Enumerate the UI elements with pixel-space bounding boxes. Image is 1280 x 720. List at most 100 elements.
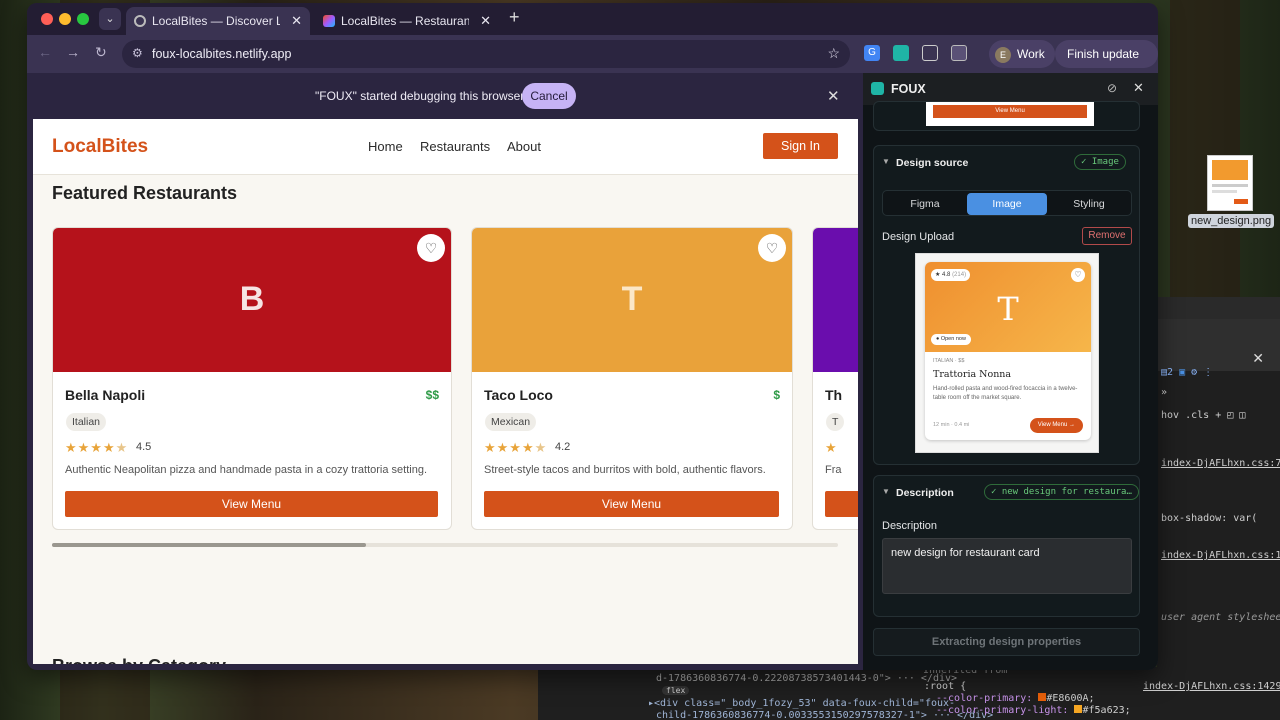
- foux-extension-icon[interactable]: [893, 45, 909, 61]
- figma-icon: [323, 15, 335, 27]
- card-price: $$: [425, 388, 439, 402]
- page-viewport: LocalBites Home Restaurants About Sign I…: [33, 119, 858, 664]
- collapse-caret-icon[interactable]: ▼: [882, 157, 890, 166]
- foux-side-panel: FOUX ⊘ ✕ View Menu ▼ Design source ✓ Ima…: [863, 73, 1158, 670]
- foux-logo-icon: [871, 82, 884, 95]
- tab-bar: ⌄ LocalBites — Discover Local R ✕ LocalB…: [27, 3, 1158, 35]
- carousel-scrollbar[interactable]: [52, 543, 838, 547]
- design-letter: T: [997, 290, 1019, 328]
- maximize-window-button[interactable]: [77, 13, 89, 25]
- view-menu-button[interactable]: View Menu: [484, 491, 779, 517]
- tab-search-button[interactable]: ⌄: [99, 8, 121, 30]
- flex-badge[interactable]: flex: [662, 686, 690, 695]
- design-source-header[interactable]: ▼ Design source ✓ Image: [874, 146, 1139, 178]
- desktop-file-name: new_design.png: [1188, 214, 1275, 228]
- desktop-file-new-design[interactable]: new_design.png: [1188, 155, 1275, 229]
- tab-title: LocalBites — Discover Local R: [152, 14, 280, 28]
- extensions-puzzle-icon[interactable]: [922, 45, 938, 61]
- description-textarea[interactable]: new design for restaurant card: [882, 538, 1132, 594]
- root-rule: :root {: [924, 681, 967, 692]
- collapse-caret-icon[interactable]: ▼: [882, 487, 890, 496]
- minimize-window-button[interactable]: [59, 13, 71, 25]
- cuisine-badge: T: [826, 413, 845, 431]
- design-upload-label: Design Upload: [882, 231, 955, 243]
- nav-about[interactable]: About: [507, 139, 541, 154]
- featured-title: Featured Restaurants: [52, 183, 238, 203]
- translate-extension-icon[interactable]: G: [864, 45, 880, 61]
- profile-name: Work: [1017, 47, 1045, 61]
- extract-design-button[interactable]: Extracting design properties: [873, 628, 1140, 656]
- site-info-icon[interactable]: ⚙: [132, 46, 143, 60]
- reload-icon[interactable]: ↻: [95, 44, 107, 61]
- favorite-heart-icon[interactable]: ♡: [417, 234, 445, 262]
- file-thumbnail: [1207, 155, 1253, 211]
- tab-title: LocalBites — RestaurantCard: [341, 14, 469, 28]
- dom-line[interactable]: d-1786360836774-0.22208738573401443-0"> …: [656, 673, 957, 684]
- description-label: Description: [882, 520, 938, 532]
- description-header[interactable]: ▼ Description ✓ new design for restaura…: [874, 476, 1139, 508]
- side-panel-icon[interactable]: [951, 45, 967, 61]
- remove-button[interactable]: Remove: [1082, 227, 1132, 245]
- section-title: Description: [896, 487, 954, 499]
- devtools-file-link[interactable]: index-DjAFLhxn.css:1463: [1161, 550, 1280, 561]
- close-window-button[interactable]: [41, 13, 53, 25]
- option-styling[interactable]: Styling: [1049, 193, 1129, 215]
- site-header: LocalBites Home Restaurants About Sign I…: [33, 119, 858, 175]
- card-name: Taco Loco: [484, 387, 553, 403]
- design-category: ITALIAN · $$: [933, 358, 965, 364]
- devtools-close-icon[interactable]: ✕: [1252, 351, 1264, 367]
- devtools-file-link[interactable]: index-DjAFLhxn.css:1429: [1143, 681, 1280, 692]
- devtools-chevrons[interactable]: »: [1161, 387, 1167, 398]
- unpin-icon[interactable]: ⊘: [1107, 81, 1117, 95]
- profile-button[interactable]: E Work: [989, 40, 1055, 68]
- close-tab-icon[interactable]: ✕: [291, 7, 302, 35]
- rating-value: 4.2: [555, 441, 571, 453]
- restaurant-card[interactable]: Th T ★ Fra: [812, 227, 858, 530]
- design-name: Trattoria Nonna: [933, 369, 1012, 380]
- restaurant-card[interactable]: T ♡ Taco Loco $ Mexican ★★★★★ 4.2 Street…: [471, 227, 793, 530]
- tab-localbites-discover[interactable]: LocalBites — Discover Local R ✕: [126, 7, 310, 35]
- new-tab-icon[interactable]: +: [509, 7, 520, 28]
- restaurant-card[interactable]: B ♡ Bella Napoli $$ Italian ★★★★★ 4.5 Au…: [52, 227, 452, 530]
- card-name: Bella Napoli: [65, 387, 146, 403]
- preview-thumbnail: View Menu: [926, 102, 1094, 126]
- devtools-filter: hov .cls + ◰ ◫: [1161, 410, 1246, 421]
- design-card-preview: ★ 4.8 (214) ♡ T ● Open now ITALIAN · $$ …: [925, 262, 1091, 440]
- close-tab-icon[interactable]: ✕: [480, 7, 491, 35]
- dom-line[interactable]: ▸<div class="_body_1fozy_53" data-foux-c…: [648, 698, 955, 709]
- address-bar[interactable]: ⚙ foux-localbites.netlify.app ☆: [122, 40, 850, 68]
- section-title: Design source: [896, 157, 969, 169]
- finish-update-button[interactable]: Finish update ⋮: [1055, 40, 1158, 89]
- close-panel-icon[interactable]: ✕: [1133, 80, 1144, 96]
- option-image[interactable]: Image: [967, 193, 1047, 215]
- cuisine-badge: Italian: [66, 413, 107, 431]
- nav-home[interactable]: Home: [368, 139, 403, 154]
- devtools-badge: ▤2 ▣ ⚙ ⋮: [1161, 367, 1214, 378]
- card-hero: [813, 228, 858, 372]
- cancel-debugging-button[interactable]: Cancel: [522, 83, 576, 109]
- card-price: $: [773, 388, 780, 402]
- description-section: ▼ Description ✓ new design for restaura……: [873, 475, 1140, 617]
- bookmark-star-icon[interactable]: ☆: [827, 45, 840, 62]
- nav-restaurants[interactable]: Restaurants: [420, 139, 490, 154]
- url-text: foux-localbites.netlify.app: [152, 47, 292, 61]
- favorite-heart-icon[interactable]: ♡: [758, 234, 786, 262]
- design-meta: 12 min · 0.4 mi: [933, 422, 970, 428]
- devtools-file-link[interactable]: index-DjAFLhxn.css:768: [1161, 458, 1280, 469]
- avatar: E: [995, 46, 1011, 63]
- view-menu-button[interactable]: View Menu: [65, 491, 438, 517]
- card-hero: B: [53, 228, 451, 372]
- sign-in-button[interactable]: Sign In: [763, 133, 838, 159]
- site-logo[interactable]: LocalBites: [52, 136, 148, 158]
- close-infobar-icon[interactable]: ✕: [827, 87, 840, 105]
- devtools-ua-label: user agent stylesheet: [1161, 612, 1280, 623]
- card-description: Authentic Neapolitan pizza and handmade …: [65, 464, 428, 476]
- forward-icon[interactable]: →: [66, 44, 80, 60]
- view-menu-button[interactable]: [825, 491, 858, 517]
- back-icon[interactable]: ←: [38, 44, 52, 60]
- tab-restaurantcard[interactable]: LocalBites — RestaurantCard ✕: [315, 7, 499, 35]
- option-figma[interactable]: Figma: [885, 193, 965, 215]
- devtools-bottom: d-1786360836774-0.22208738573401443-0"> …: [538, 665, 1280, 720]
- carousel-scroll-thumb[interactable]: [52, 543, 367, 547]
- debugging-infobar: "FOUX" started debugging this browser Ca…: [27, 73, 859, 119]
